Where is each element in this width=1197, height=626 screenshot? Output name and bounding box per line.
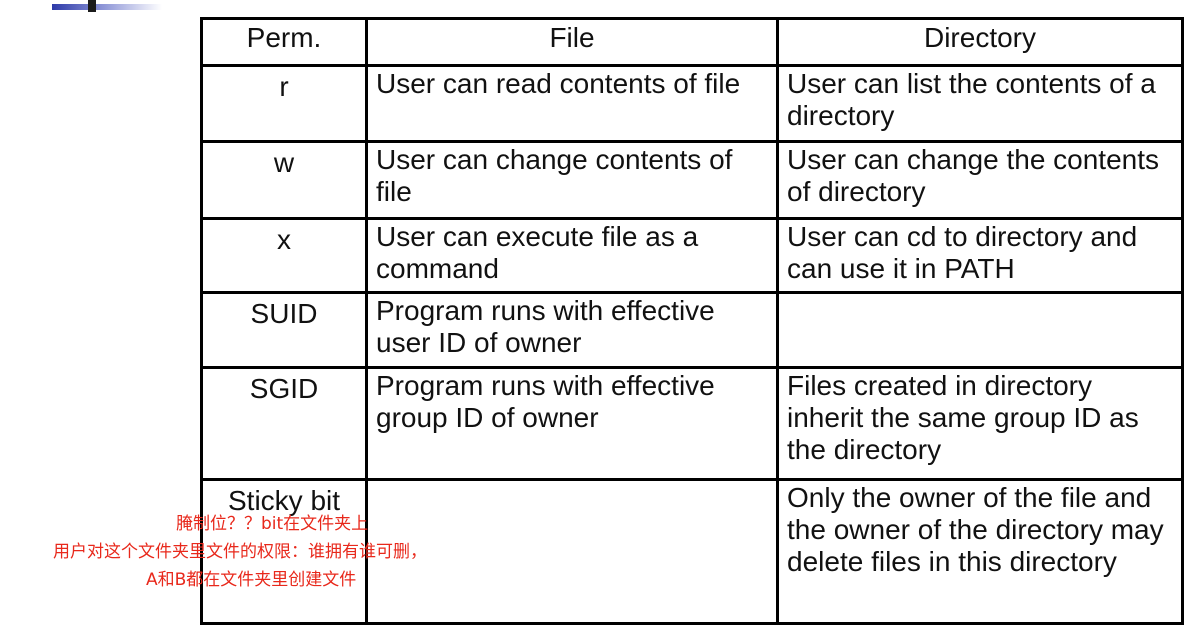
table-header-row: Perm. File Directory xyxy=(200,17,1184,67)
table-row: SGID Program runs with effective group I… xyxy=(200,366,1184,481)
directory-cell: User can cd to directory and can use it … xyxy=(776,217,1184,294)
header-file: File xyxy=(365,17,779,67)
directory-cell: Files created in directory inherit the s… xyxy=(776,366,1184,481)
annotation-line-2: 用户对这个文件夹里文件的权限：谁拥有谁可删， xyxy=(53,542,427,562)
directory-cell: Only the owner of the file and the owner… xyxy=(776,478,1184,625)
perm-cell: w xyxy=(200,140,368,220)
title-underline-bar xyxy=(52,4,162,10)
header-directory: Directory xyxy=(776,17,1184,67)
directory-cell: User can list the contents of a director… xyxy=(776,64,1184,143)
table-row: w User can change contents of file User … xyxy=(200,140,1184,220)
directory-cell: User can change the contents of director… xyxy=(776,140,1184,220)
file-cell: User can change contents of file xyxy=(365,140,779,220)
perm-cell: r xyxy=(200,64,368,143)
directory-cell xyxy=(776,291,1184,369)
file-cell: Program runs with effective group ID of … xyxy=(365,366,779,481)
header-perm: Perm. xyxy=(200,17,368,67)
file-cell: User can execute file as a command xyxy=(365,217,779,294)
slide-bullet-decoration xyxy=(52,0,162,14)
file-cell: User can read contents of file xyxy=(365,64,779,143)
title-glyph-fragment xyxy=(88,0,96,12)
perm-cell: x xyxy=(200,217,368,294)
annotation-line-1: 腌制位？？bit在文件夹上 xyxy=(176,514,369,534)
annotation-line-3: A和B都在文件夹里创建文件 xyxy=(146,570,357,590)
table-row: SUID Program runs with effective user ID… xyxy=(200,291,1184,369)
table-row: x User can execute file as a command Use… xyxy=(200,217,1184,294)
file-cell: Program runs with effective user ID of o… xyxy=(365,291,779,369)
perm-cell: SUID xyxy=(200,291,368,369)
perm-cell: SGID xyxy=(200,366,368,481)
file-cell xyxy=(365,478,779,625)
slide-canvas: Perm. File Directory r User can read con… xyxy=(0,0,1197,626)
table-row: r User can read contents of file User ca… xyxy=(200,64,1184,143)
